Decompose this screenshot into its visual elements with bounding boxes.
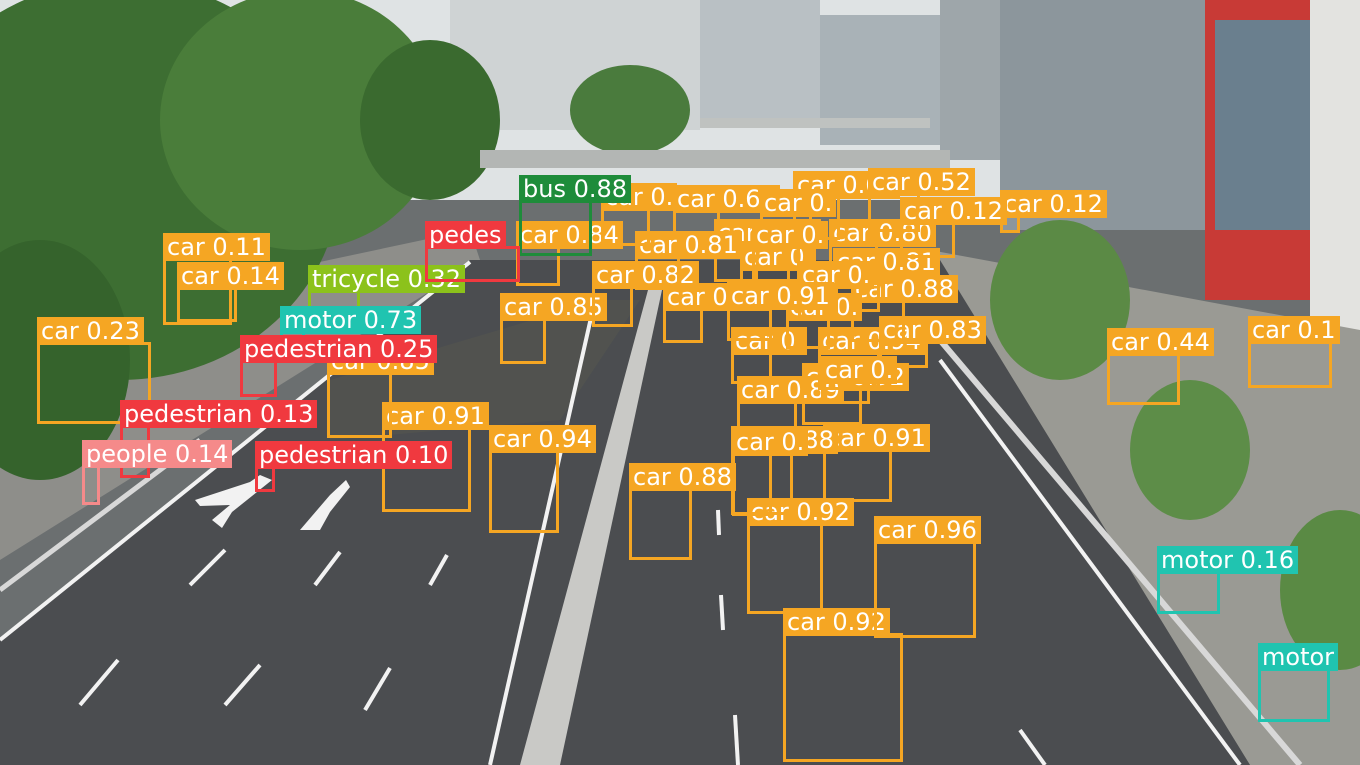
detection-box-car: car 0.88 (629, 463, 736, 560)
detection-box-car: car 0.91 (823, 424, 930, 502)
detection-box-car: car 0.12 (900, 197, 1007, 258)
detection-label: motor 0.16 (1157, 546, 1299, 574)
detection-label: car 0.94 (489, 425, 596, 453)
detection-label: car 0.91 (727, 282, 834, 310)
detection-box-pedestrian: pedestrian 0.25 (240, 335, 438, 397)
detection-label: car 0.85 (500, 293, 607, 321)
detection-label: car 0.91 (823, 424, 930, 452)
detection-label: car 0.12 (1000, 190, 1107, 218)
detection-label: car 0.91 (382, 402, 489, 430)
detection-box-car: car 0.91 (382, 402, 489, 512)
detection-label: pedestrian 0.10 (255, 441, 453, 469)
detection-box-car: car 0.82 (592, 261, 699, 327)
detection-box-car: car 0. (732, 428, 809, 516)
detection-label: car 0.11 (163, 233, 270, 261)
detection-label: pedestrian 0.25 (240, 335, 438, 363)
detection-box-car: car 0.1 (1248, 316, 1340, 388)
detection-box-car: car 0.44 (1107, 328, 1214, 405)
detection-label: car 0.81 (635, 231, 742, 259)
detection-label: car 0. (752, 221, 829, 249)
detection-box-pedestrian: pedestrian 0.10 (255, 441, 453, 492)
detection-box-car: car 0.92 (747, 498, 854, 614)
detection-label: car 0.44 (1107, 328, 1214, 356)
detection-box-people: people 0.14 (82, 440, 233, 505)
detection-box-bus: bus 0.88 (519, 175, 632, 256)
detection-box-car: car 0. (601, 183, 678, 246)
detection-label: car 0. (732, 428, 809, 456)
detection-box-car: car 0.96 (874, 516, 981, 638)
detection-label: motor (1258, 643, 1339, 671)
detection-box-car: car 0. (821, 356, 898, 404)
detection-label: car 0.52 (868, 168, 975, 196)
detection-label: car 0.23 (37, 317, 144, 345)
detection-label: people 0.14 (82, 440, 233, 468)
detection-overlay: car 0.92 car 0.96 car 0.92 car 0.88 car 0.94… (0, 0, 1360, 765)
detection-label: car 0.88 (629, 463, 736, 491)
detection-label: car 0.14 (177, 262, 284, 290)
detection-box-pedestrian: pedes (425, 221, 520, 282)
detection-box-car: car 0.92 (783, 608, 903, 762)
detection-label: pedes (425, 221, 506, 249)
detection-box-car: car 0.85 (327, 347, 434, 438)
detection-box-motor: motor 0.16 (1157, 546, 1299, 614)
detection-label: car 0.96 (874, 516, 981, 544)
detection-label: car 0.12 (900, 197, 1007, 225)
detection-box-car: car 0. (731, 327, 808, 384)
detection-label: car 0. (760, 189, 837, 217)
detection-label: car 0.1 (1248, 316, 1340, 344)
detection-label: bus 0.88 (519, 175, 632, 203)
detection-box-car: car 0.81 (635, 231, 742, 290)
detection-box-car: car 0.85 (500, 293, 607, 364)
detection-label: pedestrian 0.13 (120, 400, 318, 428)
detection-box-car: car 0.14 (177, 262, 284, 322)
detection-box-car: car 0.91 (727, 282, 834, 341)
detection-box-car: car 0. (786, 293, 863, 349)
detection-label: car 0. (821, 356, 898, 384)
detection-box-car: car 0. (752, 221, 829, 282)
detection-box-motor: motor (1258, 643, 1339, 722)
detection-label: motor 0.73 (280, 306, 422, 334)
detection-box-car: car 0.91 (663, 283, 770, 343)
detection-box-car: car 0.94 (489, 425, 596, 533)
